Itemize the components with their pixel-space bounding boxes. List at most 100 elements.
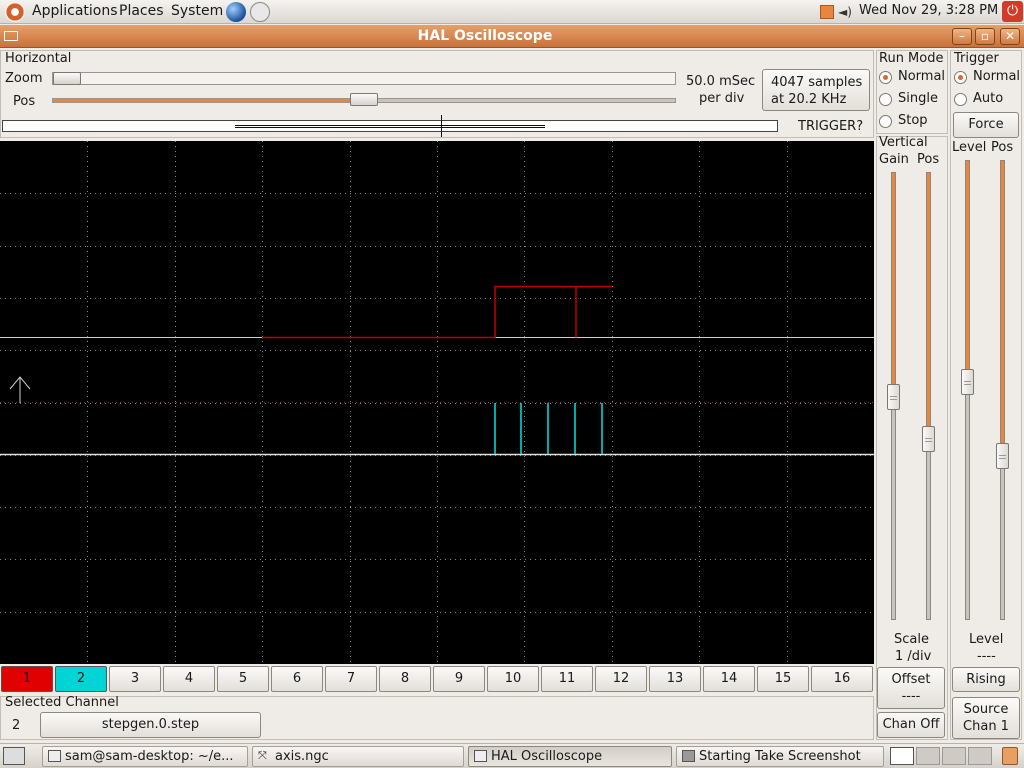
minimize-icon[interactable]: – <box>952 28 972 45</box>
channel-button-11[interactable]: 11 <box>541 666 593 692</box>
maximize-icon[interactable]: ▫ <box>975 28 995 45</box>
window-titlebar[interactable]: HAL Oscilloscope – ▫ ✕ <box>0 25 1024 48</box>
selected-channel-label: Selected Channel <box>5 695 119 710</box>
menu-system[interactable]: System <box>171 3 223 19</box>
vertical-gain-slider[interactable] <box>887 172 900 620</box>
trigger-auto-label[interactable]: Auto <box>973 91 1003 106</box>
samples-count: 4047 samples <box>771 75 863 90</box>
workspace-3[interactable] <box>942 747 966 765</box>
channel-button-16[interactable]: 16 <box>811 666 873 692</box>
run-mode-normal-label[interactable]: Normal <box>898 69 945 84</box>
run-mode-stop-radio[interactable] <box>879 115 892 128</box>
task-terminal[interactable]: sam@sam-desktop: ~/e... <box>42 746 248 767</box>
trigger-normal-label[interactable]: Normal <box>973 69 1020 84</box>
pos-slider-thumb[interactable] <box>350 93 378 106</box>
record-position-bar[interactable] <box>2 115 778 137</box>
pos-slider[interactable] <box>52 93 676 106</box>
top-panel: Applications Places System ◄) Wed Nov 29… <box>0 0 1024 24</box>
run-mode-normal-radio[interactable] <box>879 71 892 84</box>
pos-label: Pos <box>13 94 36 109</box>
channel-button-8[interactable]: 8 <box>379 666 431 692</box>
trigger-marker <box>441 115 442 137</box>
menu-places[interactable]: Places <box>119 3 164 19</box>
rate-unit: per div <box>699 91 745 106</box>
trigger-edge-button[interactable]: Rising <box>952 667 1020 692</box>
trigger-level-text-value: ---- <box>977 649 996 664</box>
channel-button-15[interactable]: 15 <box>757 666 809 692</box>
record-window-indicator <box>235 125 545 128</box>
task-screenshot[interactable]: Starting Take Screenshot <box>676 746 884 767</box>
trigger-label: Trigger <box>954 51 999 66</box>
channel-button-6[interactable]: 6 <box>271 666 323 692</box>
trigger-pos-thumb[interactable] <box>996 443 1009 470</box>
mail-client-icon[interactable] <box>250 2 270 22</box>
pos-slider-fill <box>53 99 364 102</box>
channel-button-7[interactable]: 7 <box>325 666 377 692</box>
ubuntu-logo-icon[interactable] <box>5 2 25 22</box>
trigger-pos-label: Pos <box>991 140 1014 155</box>
axis-icon: ⤧ <box>258 749 267 762</box>
task-hal-oscilloscope[interactable]: HAL Oscilloscope <box>468 746 672 767</box>
scope-canvas <box>0 141 874 664</box>
channel-button-3[interactable]: 3 <box>109 666 161 692</box>
taskbar: sam@sam-desktop: ~/e... ⤧ axis.ngc HAL Os… <box>0 743 1024 768</box>
chan-off-button[interactable]: Chan Off <box>877 712 945 738</box>
offset-label: Offset <box>891 672 931 687</box>
show-desktop-icon[interactable] <box>3 747 25 765</box>
power-icon[interactable]: ⏻ <box>1002 1 1023 22</box>
scale-value: 1 /div <box>895 649 932 664</box>
channel-button-9[interactable]: 9 <box>433 666 485 692</box>
channel-button-14[interactable]: 14 <box>703 666 755 692</box>
channel-button-4[interactable]: 4 <box>163 666 215 692</box>
trigger-source-button[interactable]: Source Chan 1 <box>952 697 1020 739</box>
workspace-1[interactable] <box>890 747 914 765</box>
web-browser-icon[interactable] <box>226 2 246 22</box>
samples-rate: at 20.2 KHz <box>771 92 847 107</box>
panel-clock[interactable]: Wed Nov 29, 3:28 PM <box>859 3 998 18</box>
trigger-auto-radio[interactable] <box>954 93 967 106</box>
channel-button-5[interactable]: 5 <box>217 666 269 692</box>
workspace-2[interactable] <box>916 747 940 765</box>
trigger-normal-radio[interactable] <box>954 71 967 84</box>
vertical-pos-thumb[interactable] <box>922 426 935 453</box>
trigger-level-thumb[interactable] <box>961 369 974 396</box>
zoom-slider-thumb[interactable] <box>53 72 81 85</box>
rate-value: 50.0 mSec <box>686 74 756 89</box>
trigger-level-label: Level <box>952 140 987 155</box>
vertical-gain-thumb[interactable] <box>887 384 900 410</box>
zoom-slider[interactable] <box>52 72 676 85</box>
horizontal-label: Horizontal <box>5 51 72 66</box>
scope-display[interactable] <box>0 141 874 664</box>
force-button[interactable]: Force <box>953 112 1019 138</box>
update-notifier-icon[interactable] <box>820 5 834 19</box>
menu-applications[interactable]: Applications <box>32 3 118 19</box>
vertical-label: Vertical <box>879 135 928 150</box>
task-axis[interactable]: ⤧ axis.ngc <box>252 746 464 767</box>
trash-icon[interactable] <box>1002 747 1018 765</box>
selected-channel-source-button[interactable]: stepgen.0.step <box>40 712 261 738</box>
workspace-4[interactable] <box>968 747 992 765</box>
channel-button-13[interactable]: 13 <box>649 666 701 692</box>
offset-button[interactable]: Offset ---- <box>877 667 945 709</box>
trigger-level-fill <box>966 161 969 383</box>
selected-channel-number: 2 <box>12 718 21 733</box>
channel-button-1[interactable]: 1 <box>1 666 53 692</box>
channel-button-12[interactable]: 12 <box>595 666 647 692</box>
trigger-pos-fill <box>1001 161 1004 457</box>
trigger-status: TRIGGER? <box>798 119 864 134</box>
samples-button[interactable]: 4047 samples at 20.2 KHz <box>762 69 870 111</box>
vertical-pos-slider[interactable] <box>922 172 935 620</box>
channel-button-10[interactable]: 10 <box>487 666 539 692</box>
volume-icon[interactable]: ◄) <box>838 5 854 19</box>
camera-icon <box>682 750 695 762</box>
run-mode-single-radio[interactable] <box>879 93 892 106</box>
channel-button-2[interactable]: 2 <box>55 666 107 692</box>
trigger-source-label: Source <box>963 702 1009 717</box>
trigger-level-slider[interactable] <box>961 160 974 620</box>
run-mode-single-label[interactable]: Single <box>898 91 938 106</box>
terminal-icon <box>48 750 61 762</box>
run-mode-stop-label[interactable]: Stop <box>898 113 928 128</box>
trigger-pos-slider[interactable] <box>996 160 1009 620</box>
close-icon[interactable]: ✕ <box>1000 28 1020 45</box>
window-icon <box>474 750 487 762</box>
